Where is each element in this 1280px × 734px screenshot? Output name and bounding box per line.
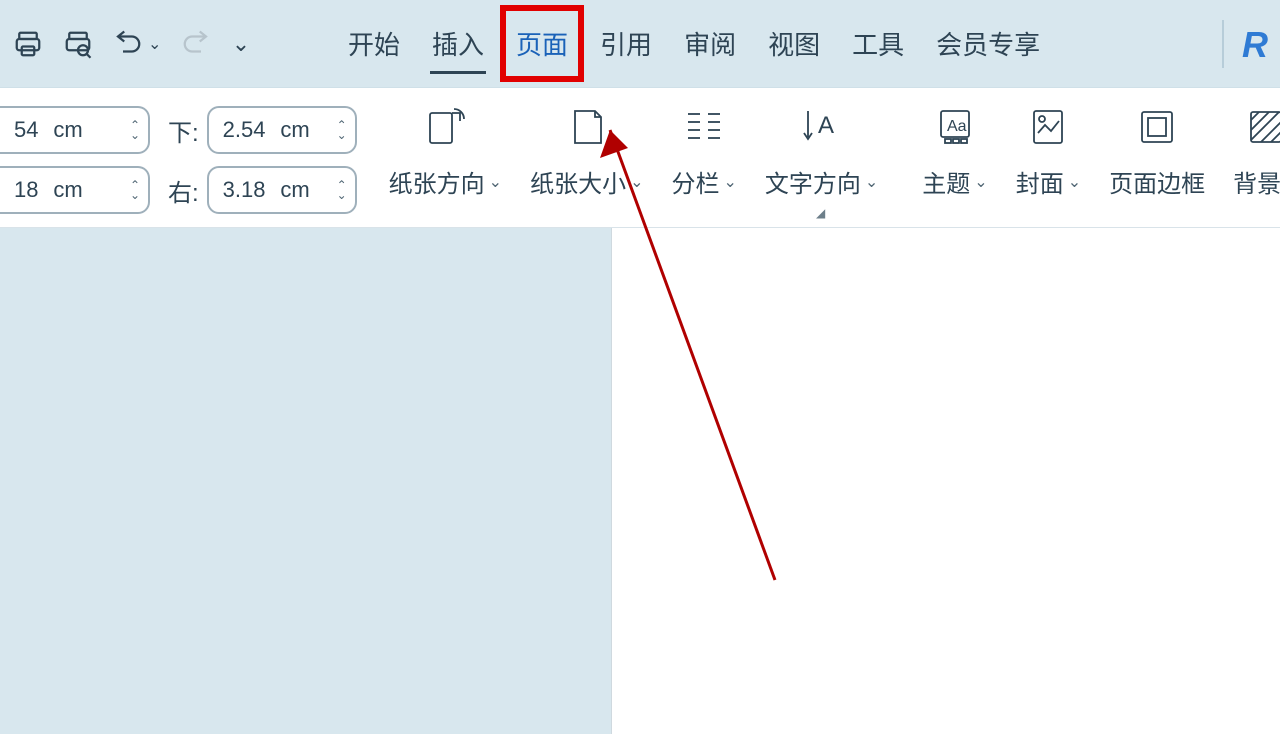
tab-page[interactable]: 页面: [514, 19, 570, 68]
brand-logo-icon: R: [1242, 24, 1272, 64]
page-border-icon: [1138, 104, 1176, 150]
chevron-down-icon: ⌄: [630, 172, 643, 192]
columns-icon: [684, 104, 724, 150]
print-preview-icon[interactable]: [58, 24, 98, 64]
tab-tools[interactable]: 工具: [850, 19, 906, 68]
margin-bottom-label: 下:: [168, 113, 199, 148]
menu-bar: ⌄ ⌄ 开始 插入 页面 引用 审阅 视图 工具 会员专享 R: [0, 0, 1280, 88]
undo-dropdown-icon[interactable]: ⌄: [148, 34, 166, 54]
separator: [1222, 20, 1224, 68]
margin-top-input[interactable]: 54 cm ⌃⌄: [0, 106, 150, 154]
spinner-icon[interactable]: ⌃⌄: [130, 120, 140, 140]
tool-size[interactable]: 纸张大小⌄: [516, 98, 657, 199]
margin-bottom-input[interactable]: 2.54 cm ⌃⌄: [207, 106, 357, 154]
background-icon: [1247, 104, 1280, 150]
chevron-down-icon: ⌄: [1068, 172, 1081, 192]
margin-left-input[interactable]: 18 cm ⌃⌄: [0, 166, 150, 214]
spinner-icon[interactable]: ⌃⌄: [130, 180, 140, 200]
tool-label: 纸张大小: [530, 164, 626, 199]
tab-member[interactable]: 会员专享: [934, 19, 1042, 68]
orientation-icon: [424, 104, 466, 150]
spinner-icon[interactable]: ⌃⌄: [337, 180, 347, 200]
brand-corner: R: [1222, 20, 1272, 68]
chevron-down-icon: ⌄: [974, 172, 987, 192]
tool-label: 分栏: [671, 164, 719, 199]
more-qat-icon[interactable]: ⌄: [226, 24, 256, 64]
spinner-icon[interactable]: ⌃⌄: [337, 120, 347, 140]
tool-text-direction[interactable]: A 文字方向⌄: [751, 98, 892, 199]
svg-text:Aa: Aa: [947, 118, 967, 135]
cover-icon: [1029, 104, 1067, 150]
document-page[interactable]: [612, 228, 1280, 734]
chevron-down-icon: ⌄: [865, 172, 878, 192]
print-icon[interactable]: [8, 24, 48, 64]
page-size-icon: [567, 104, 607, 150]
tool-page-border[interactable]: 页面边框: [1095, 98, 1219, 199]
tab-start[interactable]: 开始: [346, 19, 402, 68]
tab-reference[interactable]: 引用: [598, 19, 654, 68]
chevron-down-icon: ⌄: [489, 172, 502, 192]
tool-label: 背景: [1233, 164, 1280, 199]
document-workspace: [0, 228, 1280, 734]
quick-access-toolbar: ⌄ ⌄: [8, 24, 286, 64]
tool-theme[interactable]: Aa 主题⌄: [908, 98, 1001, 199]
theme-icon: Aa: [935, 104, 975, 150]
tool-label: 主题: [922, 164, 970, 199]
chevron-down-icon: ⌄: [723, 172, 736, 192]
undo-icon[interactable]: [108, 24, 148, 64]
redo-icon[interactable]: [176, 24, 216, 64]
ribbon: 54 cm ⌃⌄ 下: 2.54 cm ⌃⌄ 18 cm ⌃⌄ 右: 3.18 …: [0, 88, 1280, 228]
tab-review[interactable]: 审阅: [682, 19, 738, 68]
dialog-launcher-icon[interactable]: ◢: [816, 206, 825, 220]
tool-label: 纸张方向: [389, 164, 485, 199]
tool-background[interactable]: 背景⌄: [1219, 98, 1280, 199]
tool-label: 封面: [1016, 164, 1064, 199]
margin-right-label: 右:: [168, 173, 199, 208]
menu-tabs: 开始 插入 页面 引用 审阅 视图 工具 会员专享: [346, 19, 1042, 68]
tool-columns[interactable]: 分栏⌄: [657, 98, 750, 199]
svg-text:A: A: [818, 112, 834, 139]
tool-label: 页面边框: [1109, 164, 1205, 199]
tool-cover[interactable]: 封面⌄: [1002, 98, 1095, 199]
margin-right-input[interactable]: 3.18 cm ⌃⌄: [207, 166, 357, 214]
tab-insert[interactable]: 插入: [430, 19, 486, 68]
tool-label: 文字方向: [765, 164, 861, 199]
text-direction-icon: A: [800, 104, 844, 150]
tab-view[interactable]: 视图: [766, 19, 822, 68]
tool-orientation[interactable]: 纸张方向⌄: [375, 98, 516, 199]
margins-group: 54 cm ⌃⌄ 下: 2.54 cm ⌃⌄ 18 cm ⌃⌄ 右: 3.18 …: [0, 98, 375, 214]
